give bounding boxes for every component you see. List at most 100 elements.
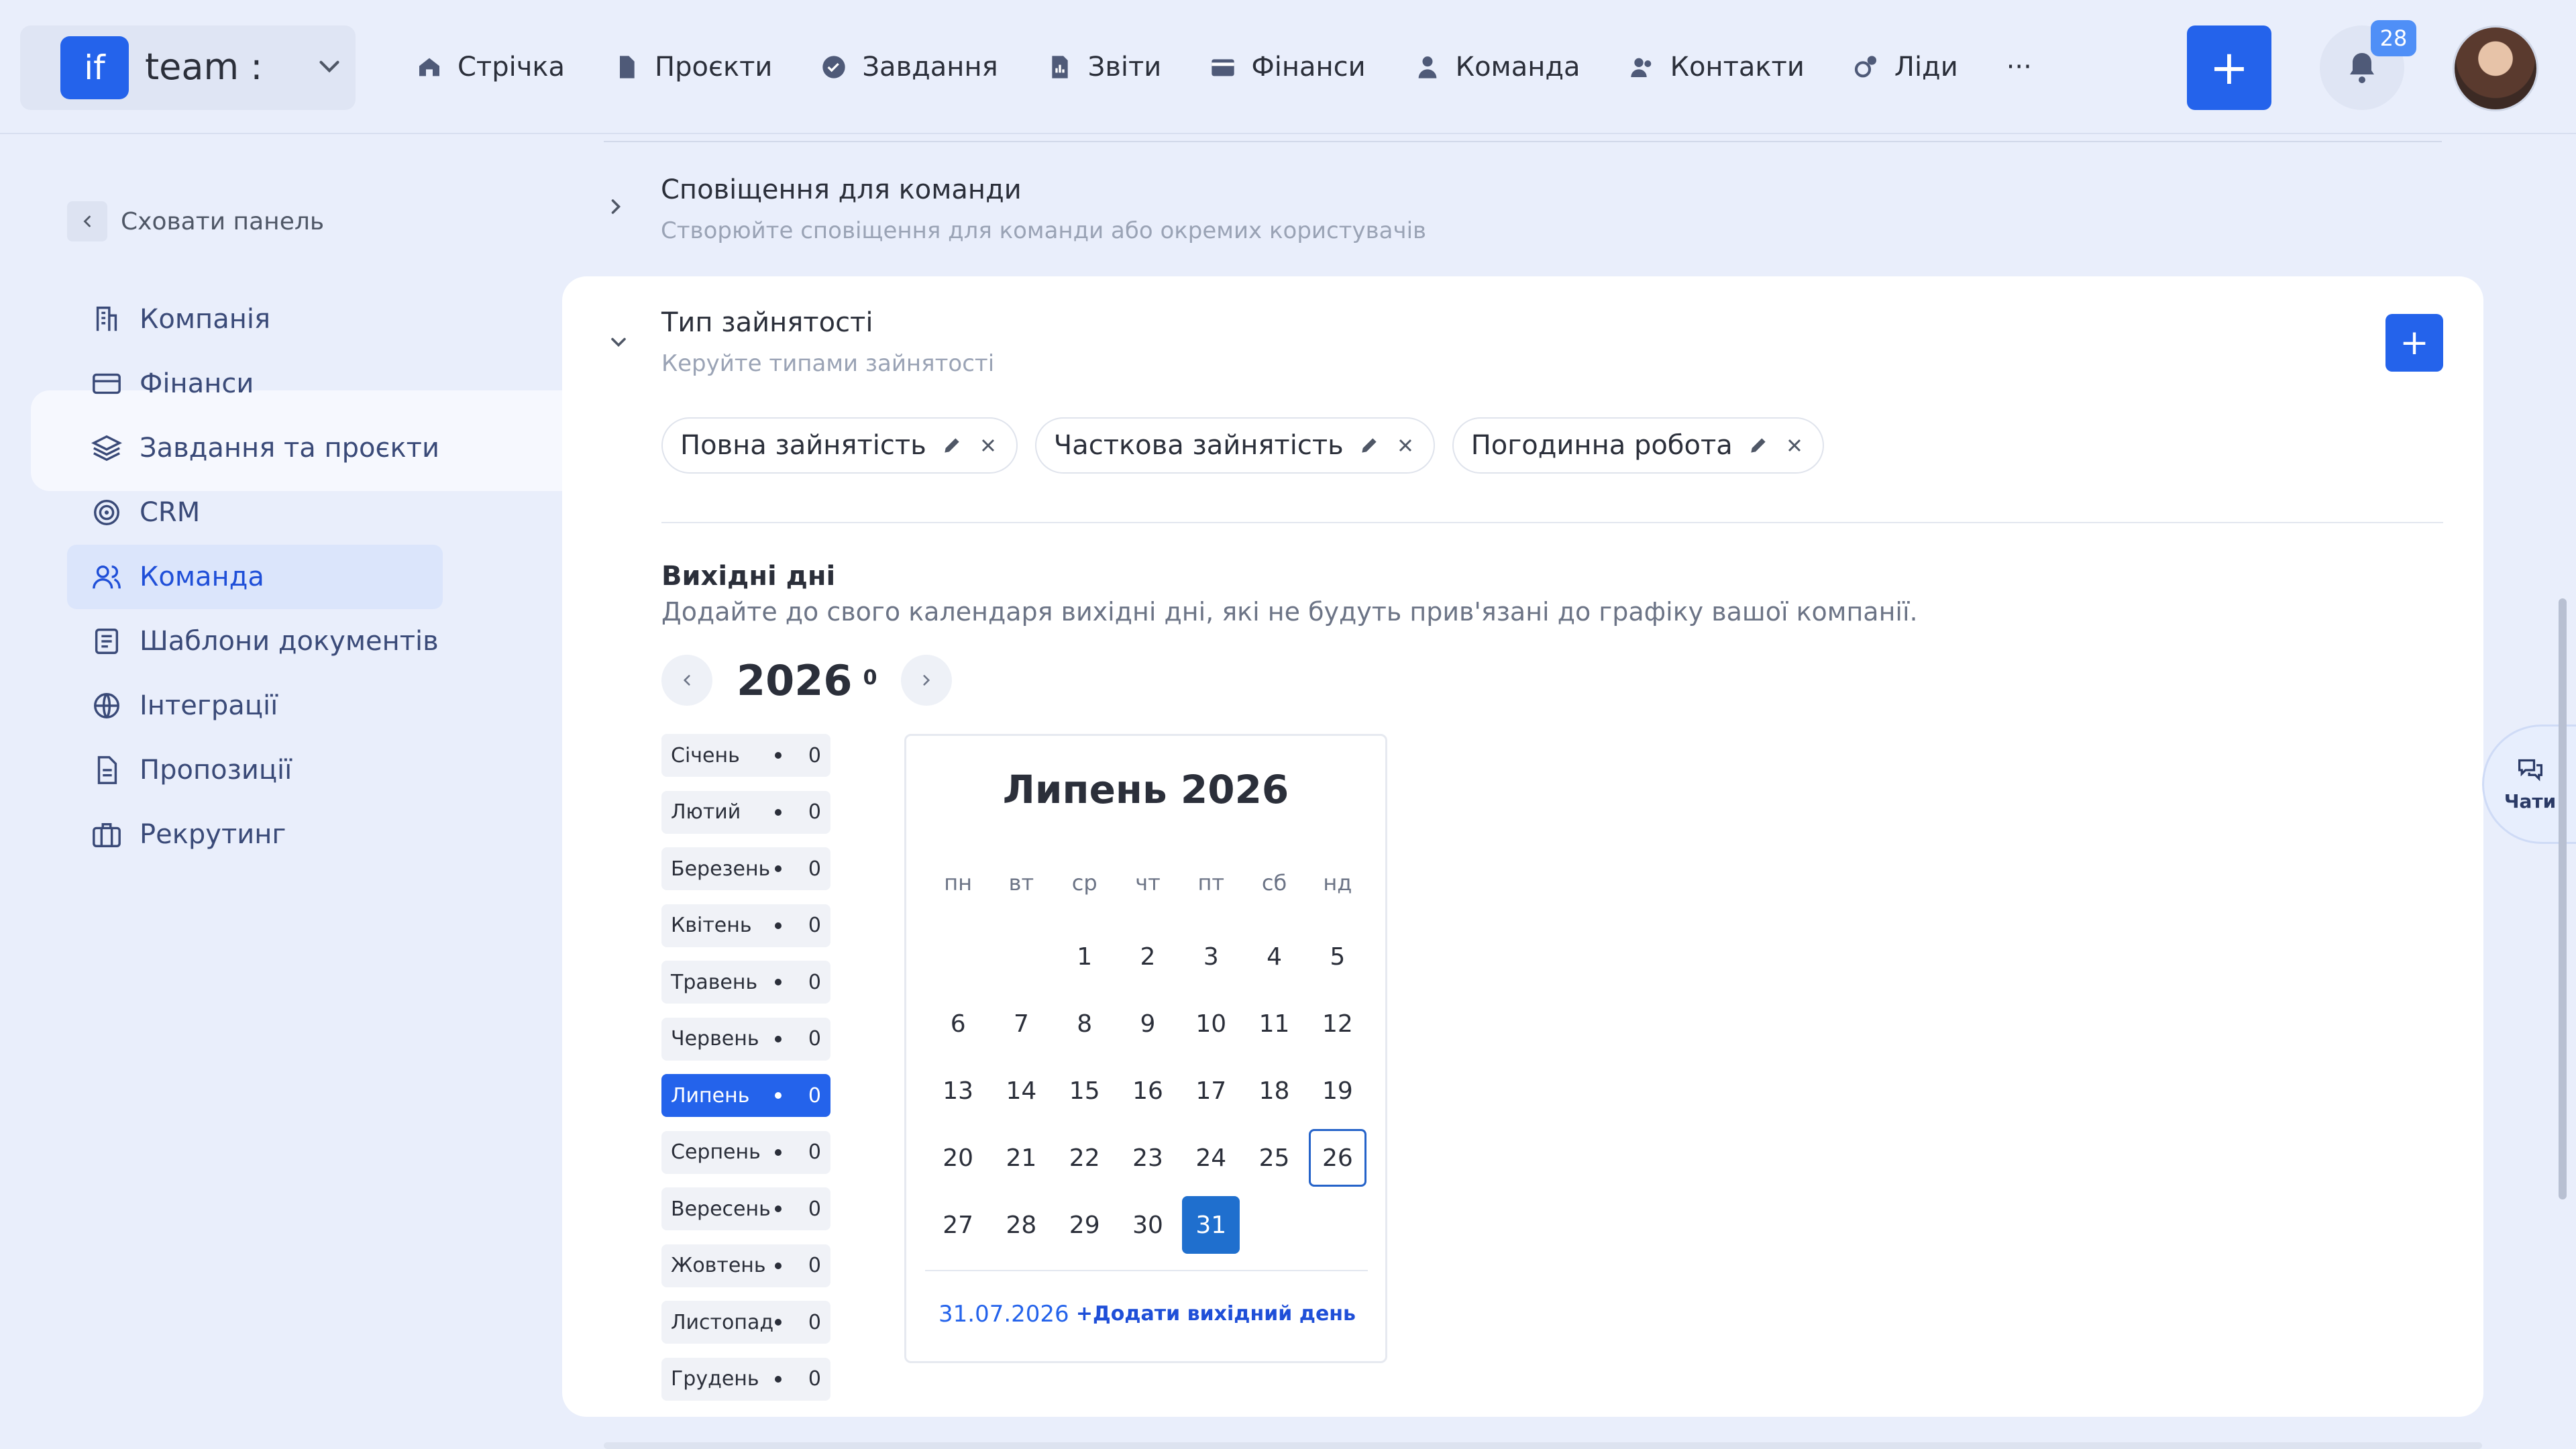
chevron-right-icon — [923, 675, 930, 686]
calendar-day[interactable]: 1 — [1056, 928, 1114, 985]
month-name: Липень — [671, 1083, 750, 1108]
calendar-day[interactable]: 9 — [1119, 995, 1177, 1053]
calendar-day[interactable]: 21 — [992, 1129, 1050, 1187]
section-title: Сповіщення для команди — [661, 174, 1022, 205]
calendar-day[interactable]: 28 — [992, 1196, 1050, 1254]
month-count: 0 — [808, 914, 821, 937]
month-item[interactable]: Серпень 0 — [661, 1130, 830, 1174]
month-name: Лютий — [671, 800, 741, 824]
sidebar-item-finance[interactable]: Фінанси — [67, 352, 443, 416]
calendar-day[interactable]: 10 — [1182, 995, 1240, 1053]
nav-item-leads[interactable]: Ліди — [1853, 52, 1958, 83]
calendar-day[interactable]: 27 — [929, 1196, 987, 1254]
sidebar-item-document-templates[interactable]: Шаблони документів — [67, 609, 443, 674]
nav-item-contacts[interactable]: Контакти — [1629, 52, 1805, 83]
chevron-down-icon[interactable] — [606, 330, 631, 354]
calendar-day[interactable]: 13 — [929, 1062, 987, 1120]
calendar-day[interactable]: 14 — [992, 1062, 1050, 1120]
close-icon[interactable] — [977, 435, 999, 456]
month-item[interactable]: Лютий 0 — [661, 790, 830, 834]
nav-more-button[interactable]: ··· — [2006, 52, 2032, 83]
month-calendar: Липень 2026 пн вт ср чт пт сб нд 1 2 3 4 5 6 7 8 9 10 11… — [904, 734, 1387, 1363]
add-employment-type-button[interactable]: + — [2385, 314, 2443, 372]
calendar-day[interactable]: 20 — [929, 1129, 987, 1187]
month-item[interactable]: Червень 0 — [661, 1017, 830, 1061]
sidebar-item-integrations[interactable]: Інтеграції — [67, 674, 443, 738]
employment-type-chip: Повна зайнятість — [661, 417, 1018, 474]
dot-icon — [774, 808, 782, 816]
month-name: Серпень — [671, 1140, 761, 1164]
calendar-empty-cell — [929, 928, 987, 985]
calendar-day[interactable]: 17 — [1182, 1062, 1240, 1120]
sidebar-item-label: Шаблони документів — [140, 626, 439, 657]
next-year-button[interactable] — [901, 655, 953, 706]
month-item[interactable]: Травень 0 — [661, 961, 830, 1004]
calendar-day[interactable]: 12 — [1309, 995, 1366, 1053]
team-notifications-section[interactable]: Сповіщення для команди Створюйте сповіще… — [564, 161, 2442, 275]
nav-item-projects[interactable]: Проєкти — [613, 52, 772, 83]
calendar-day[interactable]: 8 — [1056, 995, 1114, 1053]
calendar-day[interactable]: 6 — [929, 995, 987, 1053]
calendar-day[interactable]: 3 — [1182, 928, 1240, 985]
calendar-day[interactable]: 15 — [1056, 1062, 1114, 1120]
pencil-icon[interactable] — [1358, 435, 1380, 456]
calendar-day[interactable]: 18 — [1246, 1062, 1303, 1120]
calendar-day[interactable]: 11 — [1246, 995, 1303, 1053]
sidebar-item-recruiting[interactable]: Рекрутинг — [67, 802, 443, 867]
avatar[interactable] — [2453, 25, 2538, 111]
pencil-icon[interactable] — [1748, 435, 1769, 456]
month-item[interactable]: Січень 0 — [661, 734, 830, 777]
nav-item-team[interactable]: Команда — [1414, 52, 1580, 83]
month-item[interactable]: Листопад 0 — [661, 1301, 830, 1344]
close-icon[interactable] — [1784, 435, 1805, 456]
month-item[interactable]: Липень 0 — [661, 1074, 830, 1117]
weekday-label: сб — [1261, 870, 1287, 896]
calendar-day[interactable]: 24 — [1182, 1129, 1240, 1187]
global-add-button[interactable]: + — [2187, 25, 2271, 110]
calendar-day[interactable]: 5 — [1309, 928, 1366, 985]
sidebar-item-tasks-projects[interactable]: Завдання та проєкти — [67, 416, 443, 480]
month-name: Квітень — [671, 914, 752, 937]
month-item[interactable]: Грудень 0 — [661, 1357, 830, 1401]
sidebar-item-company[interactable]: Компанія — [67, 287, 443, 352]
nav-item-finance[interactable]: Фінанси — [1210, 52, 1366, 83]
pencil-icon[interactable] — [941, 435, 963, 456]
wallet-icon — [1212, 59, 1234, 76]
month-item[interactable]: Жовтень 0 — [661, 1244, 830, 1287]
calendar-day[interactable]: 19 — [1309, 1062, 1366, 1120]
calendar-day[interactable]: 26 — [1308, 1129, 1366, 1187]
sidebar-item-label: Пропозиції — [140, 755, 292, 786]
workspace-switcher[interactable]: if team : — [20, 25, 356, 110]
calendar-day[interactable]: 2 — [1119, 928, 1177, 985]
month-item[interactable]: Квітень 0 — [661, 904, 830, 947]
dot-icon — [774, 1092, 782, 1099]
section-subtitle: Керуйте типами зайнятості — [661, 350, 995, 377]
sidebar-item-proposals[interactable]: Пропозиції — [67, 738, 443, 802]
calendar-day[interactable]: 22 — [1056, 1129, 1114, 1187]
calendar-day[interactable]: 30 — [1119, 1196, 1177, 1254]
month-item[interactable]: Вересень 0 — [661, 1187, 830, 1230]
nav-item-reports[interactable]: Звіти — [1046, 52, 1161, 83]
calendar-day[interactable]: 4 — [1246, 928, 1303, 985]
nav-item-tasks[interactable]: Завдання — [820, 52, 998, 83]
calendar-days: 1 2 3 4 5 6 7 8 9 10 11 12 13 14 15 16 17 18 19 20 21 22 23 24 2… — [926, 928, 1369, 1254]
sidebar-item-crm[interactable]: CRM — [67, 480, 443, 545]
add-weekend-day-button[interactable]: +Додати вихідний день — [1076, 1302, 1356, 1326]
calendar-day[interactable]: 7 — [992, 995, 1050, 1053]
calendar-day[interactable]: 25 — [1246, 1129, 1303, 1187]
dot-icon — [774, 1035, 782, 1042]
prev-year-button[interactable] — [661, 655, 712, 706]
hide-panel-button[interactable]: Сховати панель — [67, 201, 324, 241]
nav-item-feed[interactable]: Стрічка — [416, 52, 565, 83]
calendar-day[interactable]: 31 — [1182, 1196, 1240, 1254]
calendar-day[interactable]: 29 — [1056, 1196, 1114, 1254]
calendar-day[interactable]: 16 — [1119, 1062, 1177, 1120]
close-icon[interactable] — [1395, 435, 1416, 456]
scrollbar[interactable] — [2559, 598, 2567, 1199]
sidebar-item-team[interactable]: Команда — [67, 545, 443, 609]
calendar-day[interactable]: 23 — [1119, 1129, 1177, 1187]
nav-item-label: Стрічка — [458, 52, 566, 83]
month-count: 0 — [808, 1310, 821, 1334]
month-item[interactable]: Березень 0 — [661, 847, 830, 890]
month-count: 0 — [808, 743, 821, 767]
